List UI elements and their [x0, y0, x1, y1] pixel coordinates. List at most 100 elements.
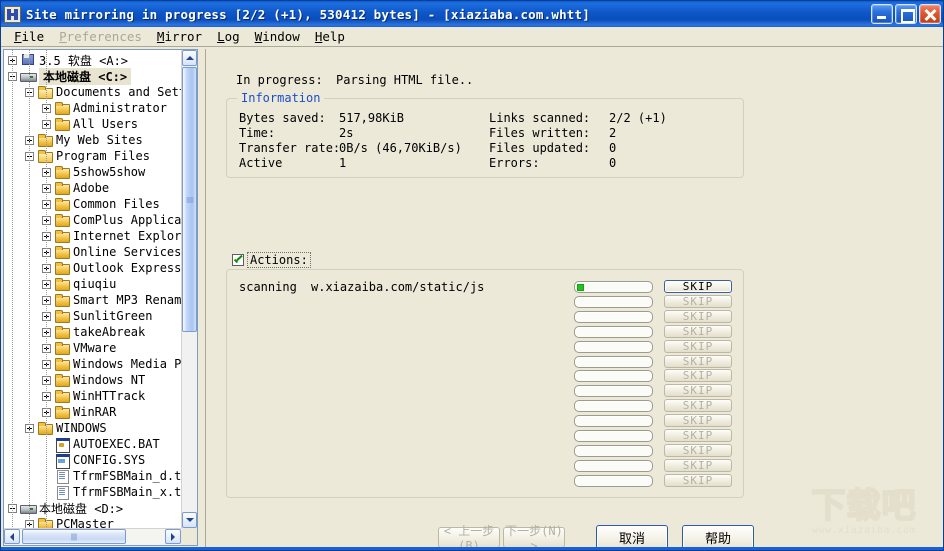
tree-node[interactable]: Administrator [4, 100, 182, 116]
info-label: Files updated: [489, 141, 591, 155]
floppy-icon [20, 53, 36, 67]
folder-icon [54, 197, 70, 211]
cancel-button[interactable]: 取消 [596, 525, 668, 549]
action-row: scanning w.xiazaiba.com/static/js SKIP [227, 280, 743, 294]
tree-node[interactable]: TfrmFSBMain_d.txt [4, 468, 182, 484]
tree-node[interactable]: Windows NT [4, 372, 182, 388]
tree-node[interactable]: 5show5show [4, 164, 182, 180]
tree-node[interactable]: Adobe [4, 180, 182, 196]
tree-node[interactable]: Common Files [4, 196, 182, 212]
tree-node-label: 5show5show [73, 165, 146, 179]
help-button[interactable]: 帮助 [682, 525, 754, 549]
action-progress-bar [574, 295, 653, 308]
chevron-up-icon [185, 56, 194, 60]
folder-icon [54, 389, 70, 403]
tree-node-label: Windows NT [73, 373, 146, 387]
tree-vertical-scroll-thumb[interactable] [182, 67, 197, 332]
actions-checkbox[interactable] [232, 254, 244, 266]
skip-button[interactable]: SKIP [664, 280, 732, 293]
menu-item-window[interactable]: Window [248, 28, 308, 45]
menu-item-mirror[interactable]: Mirror [150, 28, 210, 45]
info-value: 517,98KiB [339, 111, 405, 125]
tree-node[interactable]: Windows Media Pl [4, 356, 182, 372]
tree-node[interactable]: AUTOEXEC.BAT [4, 436, 182, 453]
folder-icon [54, 277, 70, 291]
tree-node[interactable]: 3.5 软盘 <A:> [4, 52, 182, 68]
action-row: SKIP [227, 354, 743, 369]
tree-node[interactable]: 本地磁盘 <C:> [4, 67, 182, 85]
menu-item-log[interactable]: Log [210, 28, 248, 45]
action-progress-bar [574, 370, 653, 383]
maximize-button[interactable] [895, 4, 917, 24]
tree-node[interactable]: Smart MP3 Rename [4, 292, 182, 308]
directory-tree[interactable]: 3.5 软盘 <A:> 本地磁盘 <C:> Documents and Setti A… [4, 50, 182, 529]
tree-node[interactable]: Outlook Express [4, 260, 182, 276]
tree-node[interactable]: Online Services [4, 244, 182, 260]
drive-icon [20, 501, 37, 515]
watermark-sub-text: www.xiazaiba.com [811, 524, 917, 536]
tree-node-label: VMware [73, 341, 117, 355]
actions-groupbox: scanning w.xiazaiba.com/static/js SKIP SKIP… [226, 269, 744, 498]
tree-node-label: AUTOEXEC.BAT [73, 437, 160, 451]
tree-guide-line [12, 50, 13, 529]
scroll-right-button[interactable] [165, 529, 181, 544]
tree-node-label: 3.5 软盘 <A:> [39, 53, 129, 68]
skip-button: SKIP [664, 429, 732, 442]
menu-item-label: references [66, 29, 142, 44]
next-button[interactable]: 下一步(N) > [503, 524, 565, 550]
mirror-progress-panel: In progress: Parsing HTML file.. Informa… [205, 49, 941, 550]
tree-node-label: My Web Sites [56, 133, 143, 147]
folder-icon [54, 309, 70, 323]
menu-item-help[interactable]: Help [308, 28, 353, 45]
menu-item-label: elp [322, 29, 345, 44]
folder-icon [54, 357, 70, 371]
status-value: Parsing HTML file.. [336, 73, 474, 87]
tree-node[interactable]: TfrmFSBMain_x.txt [4, 484, 182, 500]
directory-tree-panel[interactable]: 3.5 软盘 <A:> 本地磁盘 <C:> Documents and Setti A… [3, 49, 198, 546]
action-row: SKIP [227, 473, 743, 488]
tree-horizontal-scroll-thumb[interactable] [22, 529, 126, 544]
menu-item-file[interactable]: File [7, 28, 52, 45]
tree-node[interactable]: SunlitGreen [4, 308, 182, 324]
info-label: Files written: [489, 126, 591, 140]
folder-icon [54, 293, 70, 307]
action-progress-bar [574, 415, 653, 428]
menu-item-label: og [224, 29, 240, 44]
actions-row-list: scanning w.xiazaiba.com/static/js SKIP SKIP… [227, 270, 743, 497]
tree-node[interactable]: takeAbreak [4, 324, 182, 340]
scroll-down-button[interactable] [182, 512, 197, 528]
close-button[interactable] [919, 4, 941, 24]
tree-horizontal-scrollbar[interactable] [4, 528, 181, 545]
tree-node[interactable]: qiuqiu [4, 276, 182, 292]
bat-file-icon [54, 437, 70, 453]
tree-node[interactable]: ComPlus Applicat [4, 212, 182, 228]
action-row: SKIP [227, 443, 743, 458]
tree-node[interactable]: All Users [4, 116, 182, 132]
tree-node[interactable]: VMware [4, 340, 182, 356]
action-state-label: scanning [239, 280, 297, 294]
tree-node[interactable]: WinRAR [4, 404, 182, 420]
tree-node[interactable]: My Web Sites [4, 132, 182, 148]
tree-node[interactable]: 本地磁盘 <D:> [4, 500, 182, 516]
folder-icon [54, 261, 70, 275]
tree-node[interactable]: Program Files [4, 148, 182, 164]
tree-node-label: All Users [73, 117, 139, 131]
back-button[interactable]: < 上一步(B) [438, 524, 500, 550]
info-value: 1 [339, 156, 347, 170]
tree-node-label: ComPlus Applicat [73, 213, 182, 227]
tree-node[interactable]: WinHTTrack [4, 388, 182, 404]
action-row: SKIP [227, 429, 743, 443]
tree-node[interactable]: Internet Explore [4, 228, 182, 244]
folder-icon [54, 325, 70, 339]
action-row: SKIP [227, 369, 743, 383]
tree-node[interactable]: CONFIG.SYS [4, 452, 182, 469]
chevron-left-icon [10, 532, 14, 541]
actions-checkbox-row[interactable]: Actions: [232, 252, 311, 268]
tree-node[interactable]: Documents and Setti [4, 84, 182, 100]
scroll-up-button[interactable] [182, 50, 197, 66]
tree-vertical-scrollbar[interactable] [181, 50, 197, 528]
scroll-left-button[interactable] [4, 529, 20, 544]
info-value: 2 [609, 126, 617, 140]
minimize-button[interactable] [871, 4, 893, 24]
tree-node[interactable]: WINDOWS [4, 420, 182, 436]
